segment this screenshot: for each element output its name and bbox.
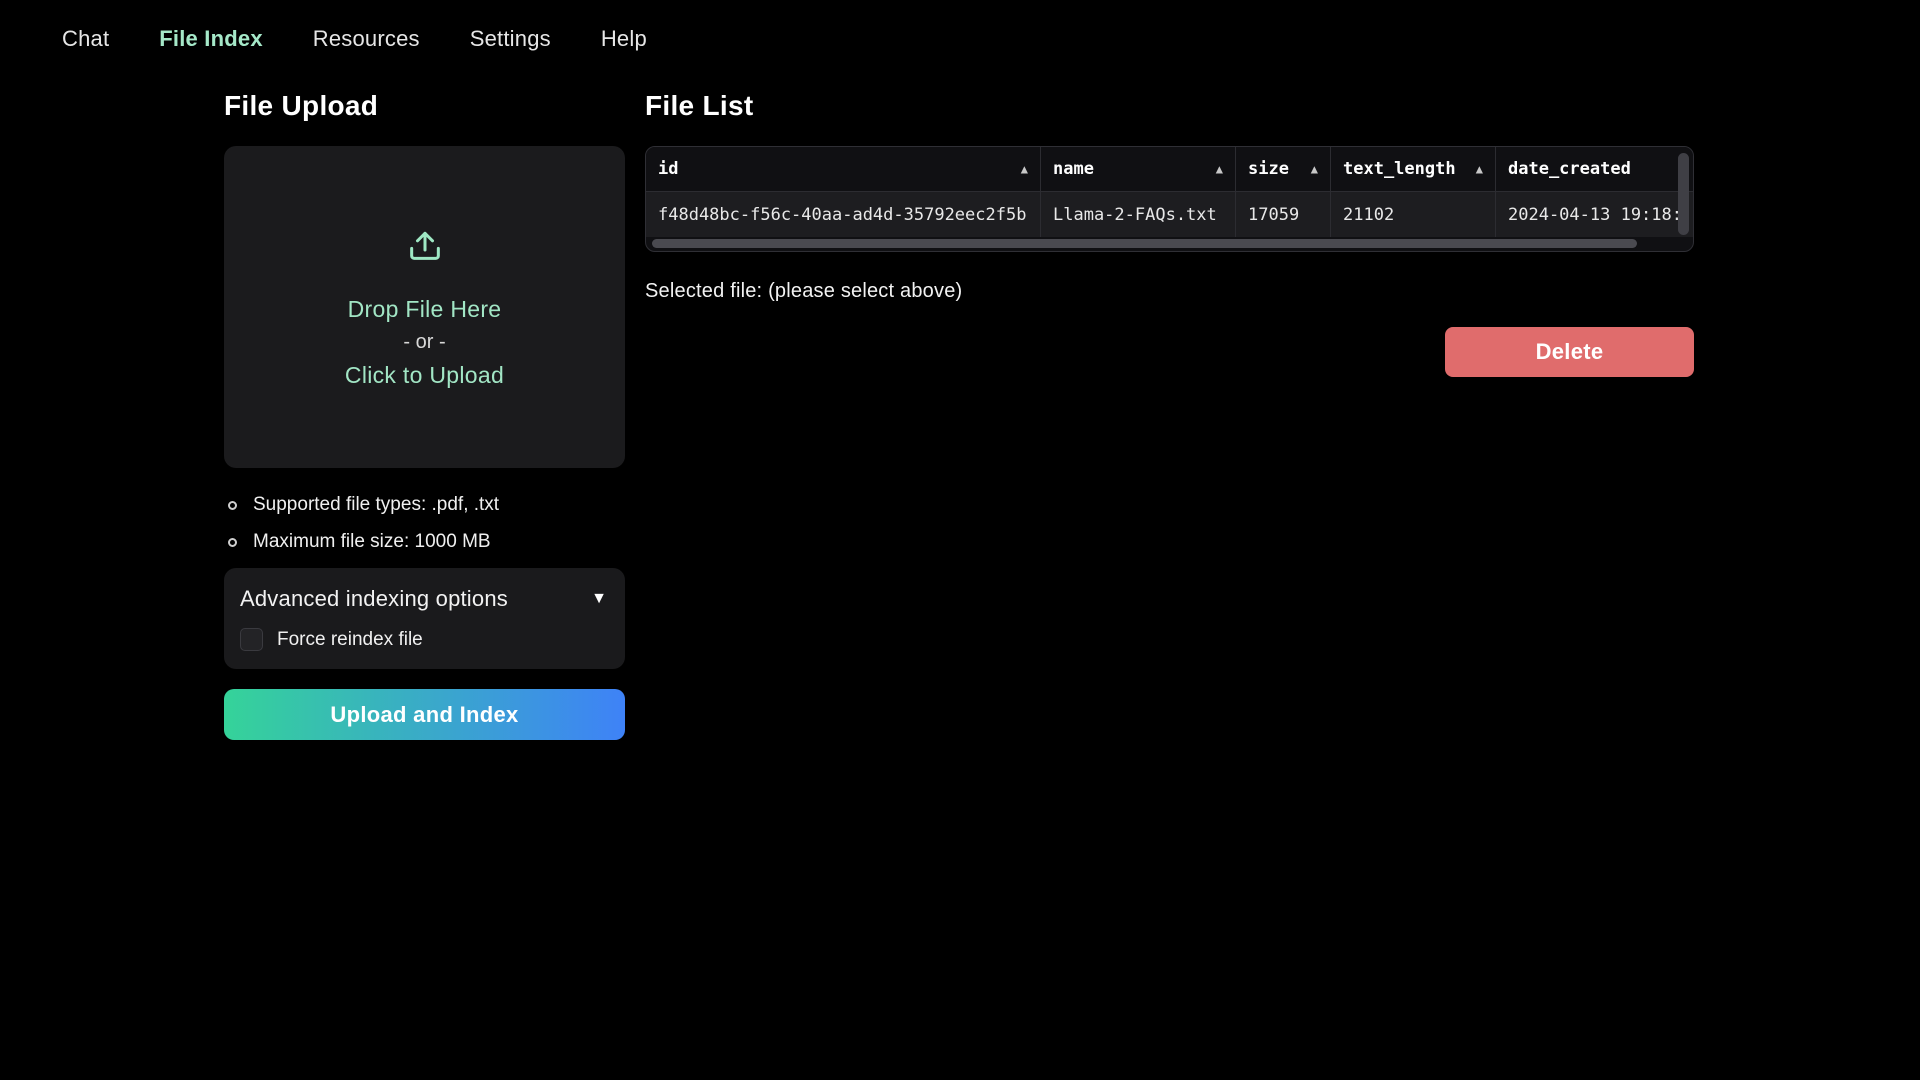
cell-name[interactable]: Llama-2-FAQs.txt: [1041, 192, 1236, 237]
column-header-size-label: size: [1248, 159, 1289, 179]
cell-date-created-value: 2024-04-13 19:18:: [1508, 205, 1682, 225]
upload-and-index-button[interactable]: Upload and Index: [224, 689, 625, 740]
note-supported-types-text: Supported file types: .pdf, .txt: [253, 494, 499, 516]
cell-text-length[interactable]: 21102: [1331, 192, 1496, 237]
bullet-icon: [228, 501, 237, 510]
advanced-indexing-accordion: Advanced indexing options ▼ Force reinde…: [224, 568, 625, 669]
force-reindex-row[interactable]: Force reindex file: [240, 628, 607, 651]
advanced-accordion-title: Advanced indexing options: [240, 586, 508, 612]
column-header-text-length[interactable]: text_length ▲: [1331, 147, 1496, 192]
table-vertical-scrollbar[interactable]: [1678, 153, 1689, 235]
file-list-panel: File List id ▲ name ▲ size ▲ text_length…: [645, 90, 1694, 377]
delete-button[interactable]: Delete: [1445, 327, 1694, 377]
column-header-id-label: id: [658, 159, 678, 179]
dropzone-drop-text: Drop File Here: [348, 296, 502, 323]
cell-name-value: Llama-2-FAQs.txt: [1053, 205, 1217, 225]
nav-tab-resources[interactable]: Resources: [313, 26, 420, 52]
bullet-icon: [228, 538, 237, 547]
column-header-size[interactable]: size ▲: [1236, 147, 1331, 192]
cell-size-value: 17059: [1248, 205, 1299, 225]
force-reindex-label: Force reindex file: [277, 629, 423, 651]
column-header-name-label: name: [1053, 159, 1094, 179]
nav-tab-settings[interactable]: Settings: [470, 26, 551, 52]
cell-id[interactable]: f48d48bc-f56c-40aa-ad4d-35792eec2f5b: [646, 192, 1041, 237]
file-upload-panel: File Upload Drop File Here - or - Click …: [224, 90, 625, 740]
cell-size[interactable]: 17059: [1236, 192, 1331, 237]
column-header-name[interactable]: name ▲: [1041, 147, 1236, 192]
note-supported-types: Supported file types: .pdf, .txt: [224, 494, 625, 516]
column-header-date-created[interactable]: date_created: [1496, 147, 1694, 192]
table-horizontal-scrollbar[interactable]: [652, 239, 1637, 248]
chevron-down-icon: ▼: [591, 590, 607, 608]
nav-tab-file-index[interactable]: File Index: [159, 26, 262, 52]
table-row[interactable]: f48d48bc-f56c-40aa-ad4d-35792eec2f5b Lla…: [646, 192, 1694, 237]
file-upload-title: File Upload: [224, 90, 625, 122]
column-header-id[interactable]: id ▲: [646, 147, 1041, 192]
dropzone-or-text: - or -: [403, 331, 445, 354]
sort-asc-icon[interactable]: ▲: [1311, 162, 1318, 176]
note-max-size-text: Maximum file size: 1000 MB: [253, 531, 491, 553]
file-list-title: File List: [645, 90, 1694, 122]
top-nav: Chat File Index Resources Settings Help: [0, 0, 1920, 62]
sort-asc-icon[interactable]: ▲: [1021, 162, 1028, 176]
nav-tab-help[interactable]: Help: [601, 26, 647, 52]
sort-asc-icon[interactable]: ▲: [1216, 162, 1223, 176]
cell-id-value: f48d48bc-f56c-40aa-ad4d-35792eec2f5b: [658, 205, 1026, 225]
column-header-date-created-label: date_created: [1508, 159, 1631, 179]
selected-file-status: Selected file: (please select above): [645, 280, 1694, 303]
column-header-text-length-label: text_length: [1343, 159, 1456, 179]
note-max-size: Maximum file size: 1000 MB: [224, 531, 625, 553]
cell-text-length-value: 21102: [1343, 205, 1394, 225]
upload-icon: [405, 225, 445, 270]
sort-asc-icon[interactable]: ▲: [1476, 162, 1483, 176]
cell-date-created[interactable]: 2024-04-13 19:18:: [1496, 192, 1694, 237]
nav-tab-chat[interactable]: Chat: [62, 26, 109, 52]
force-reindex-checkbox[interactable]: [240, 628, 263, 651]
file-dropzone[interactable]: Drop File Here - or - Click to Upload: [224, 146, 625, 468]
file-table-header-row: id ▲ name ▲ size ▲ text_length ▲ date_cr…: [646, 147, 1694, 192]
main-content: File Upload Drop File Here - or - Click …: [0, 62, 1920, 740]
dropzone-click-to-upload[interactable]: Click to Upload: [345, 362, 504, 389]
advanced-accordion-header[interactable]: Advanced indexing options ▼: [240, 586, 607, 612]
file-table: id ▲ name ▲ size ▲ text_length ▲ date_cr…: [645, 146, 1694, 252]
upload-notes: Supported file types: .pdf, .txt Maximum…: [224, 494, 625, 553]
